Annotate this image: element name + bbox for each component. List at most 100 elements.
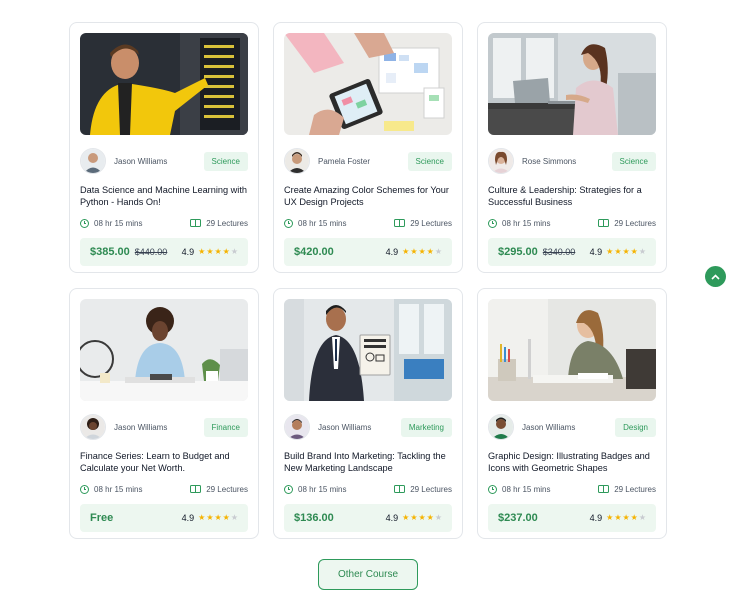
price: $295.00 [498, 246, 538, 258]
price: Free [90, 512, 114, 524]
course-card[interactable]: Pamela Foster Science Create Amazing Col… [273, 22, 463, 273]
star-filled-icon: ★ [206, 513, 214, 522]
course-thumbnail[interactable] [284, 33, 452, 135]
author-name: Rose Simmons [522, 156, 577, 166]
duration-text: 08 hr 15 mins [94, 218, 143, 228]
star-empty-icon: ★ [434, 247, 442, 256]
clock-icon [284, 484, 293, 494]
course-card[interactable]: Rose Simmons Science Culture & Leadershi… [477, 22, 667, 273]
author-name: Pamela Foster [318, 156, 371, 166]
course-title[interactable]: Create Amazing Color Schemes for Your UX… [284, 185, 452, 208]
course-card[interactable]: Jason Williams Finance Finance Series: L… [69, 288, 259, 539]
author-name: Jason Williams [114, 422, 168, 432]
price: $420.00 [294, 246, 334, 258]
star-rating: ★ ★ ★ ★ ★ [606, 514, 646, 522]
course-title[interactable]: Finance Series: Learn to Budget and Calc… [80, 451, 248, 474]
star-filled-icon: ★ [606, 513, 614, 522]
star-rating: ★ ★ ★ ★ ★ [198, 514, 238, 522]
rating-value: 4.9 [181, 513, 195, 523]
course-thumbnail[interactable] [80, 299, 248, 401]
star-rating: ★ ★ ★ ★ ★ [198, 248, 238, 256]
price: $385.00 [90, 246, 130, 258]
course-title[interactable]: Culture & Leadership: Strategies for a S… [488, 185, 656, 208]
star-filled-icon: ★ [222, 513, 230, 522]
star-filled-icon: ★ [402, 513, 410, 522]
lecture-icon [394, 219, 406, 227]
course-thumbnail[interactable] [284, 299, 452, 401]
category-badge[interactable]: Science [203, 151, 248, 171]
duration-text: 08 hr 15 mins [502, 484, 551, 494]
star-filled-icon: ★ [622, 513, 630, 522]
lecture-icon [190, 219, 202, 227]
price: $136.00 [294, 512, 334, 524]
star-rating: ★ ★ ★ ★ ★ [402, 248, 442, 256]
category-badge[interactable]: Science [407, 151, 452, 171]
author-avatar [80, 148, 106, 174]
star-filled-icon: ★ [214, 513, 222, 522]
category-badge[interactable]: Science [611, 151, 656, 171]
price-box: $237.00 4.9 ★ ★ ★ ★ ★ [488, 504, 656, 532]
lectures-text: 29 Lectures [614, 484, 656, 494]
rating-value: 4.9 [181, 247, 195, 257]
price-box: $295.00 $340.00 4.9 ★ ★ ★ ★ ★ [488, 238, 656, 266]
course-grid: Jason Williams Science Data Science and … [69, 22, 667, 539]
star-filled-icon: ★ [622, 247, 630, 256]
course-card[interactable]: Jason Williams Design Graphic Design: Il… [477, 288, 667, 539]
star-filled-icon: ★ [198, 513, 206, 522]
duration-text: 08 hr 15 mins [298, 484, 347, 494]
star-filled-icon: ★ [418, 247, 426, 256]
author-name: Jason Williams [114, 156, 168, 166]
star-filled-icon: ★ [614, 513, 622, 522]
rating-value: 4.9 [589, 247, 603, 257]
price-box: $136.00 4.9 ★ ★ ★ ★ ★ [284, 504, 452, 532]
star-filled-icon: ★ [206, 247, 214, 256]
clock-icon [80, 484, 89, 494]
old-price: $440.00 [134, 247, 168, 257]
other-course-button[interactable]: Other Course [318, 559, 418, 590]
rating-value: 4.9 [589, 513, 603, 523]
star-empty-icon: ★ [434, 513, 442, 522]
duration-text: 08 hr 15 mins [298, 218, 347, 228]
course-thumbnail[interactable] [488, 299, 656, 401]
author-avatar [488, 414, 514, 440]
course-thumbnail[interactable] [488, 33, 656, 135]
star-filled-icon: ★ [198, 247, 206, 256]
price-box: Free 4.9 ★ ★ ★ ★ ★ [80, 504, 248, 532]
price-box: $385.00 $440.00 4.9 ★ ★ ★ ★ ★ [80, 238, 248, 266]
star-filled-icon: ★ [606, 247, 614, 256]
course-title[interactable]: Build Brand Into Marketing: Tackling the… [284, 451, 452, 474]
course-card[interactable]: Jason Williams Science Data Science and … [69, 22, 259, 273]
star-empty-icon: ★ [638, 513, 646, 522]
course-title[interactable]: Graphic Design: Illustrating Badges and … [488, 451, 656, 474]
chevron-up-icon [711, 273, 720, 280]
lecture-icon [190, 485, 202, 493]
clock-icon [488, 218, 497, 228]
star-filled-icon: ★ [222, 247, 230, 256]
clock-icon [488, 484, 497, 494]
price-box: $420.00 4.9 ★ ★ ★ ★ ★ [284, 238, 452, 266]
course-title[interactable]: Data Science and Machine Learning with P… [80, 185, 248, 208]
clock-icon [284, 218, 293, 228]
star-filled-icon: ★ [630, 247, 638, 256]
star-empty-icon: ★ [638, 247, 646, 256]
course-card[interactable]: Jason Williams Marketing Build Brand Int… [273, 288, 463, 539]
lecture-icon [394, 485, 406, 493]
lectures-text: 29 Lectures [206, 218, 248, 228]
course-thumbnail[interactable] [80, 33, 248, 135]
scroll-top-button[interactable] [705, 266, 726, 287]
star-filled-icon: ★ [410, 513, 418, 522]
star-filled-icon: ★ [214, 247, 222, 256]
author-avatar [80, 414, 106, 440]
star-rating: ★ ★ ★ ★ ★ [606, 248, 646, 256]
clock-icon [80, 218, 89, 228]
category-badge[interactable]: Finance [203, 417, 248, 437]
star-rating: ★ ★ ★ ★ ★ [402, 514, 442, 522]
star-filled-icon: ★ [630, 513, 638, 522]
star-filled-icon: ★ [426, 247, 434, 256]
star-empty-icon: ★ [230, 247, 238, 256]
duration-text: 08 hr 15 mins [502, 218, 551, 228]
lectures-text: 29 Lectures [410, 218, 452, 228]
category-badge[interactable]: Design [615, 417, 656, 437]
lectures-text: 29 Lectures [614, 218, 656, 228]
category-badge[interactable]: Marketing [400, 417, 452, 437]
